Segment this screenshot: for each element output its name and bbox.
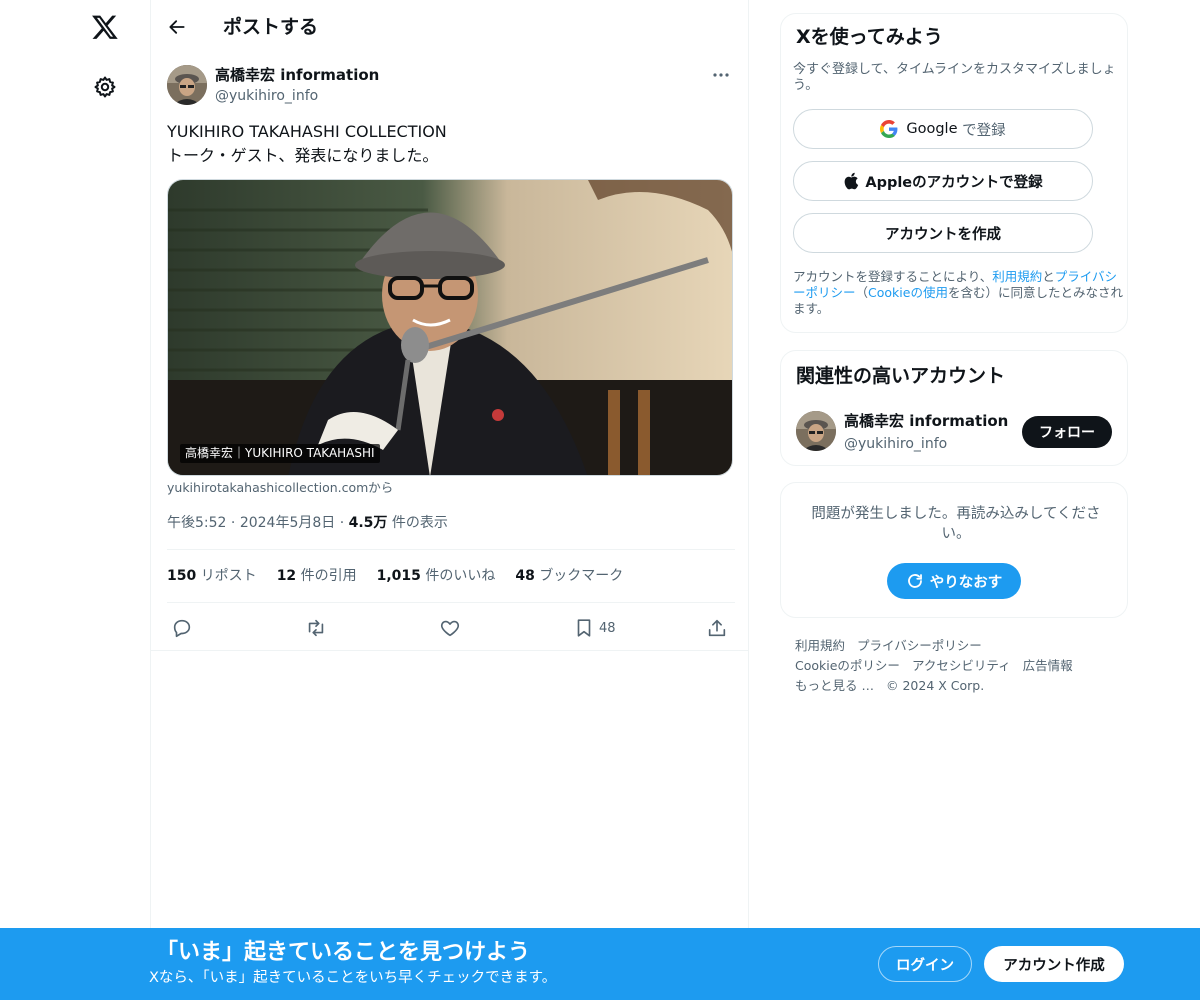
post-stats: 150 リポスト 12 件の引用 1,015 件のいいね 48 ブックマーク <box>167 566 623 586</box>
create-account-button[interactable]: アカウントを作成 <box>793 213 1093 253</box>
bookmarks-stat[interactable]: 48 ブックマーク <box>515 566 623 586</box>
post-text: YUKIHIRO TAKAHASHI COLLECTION トーク・ゲスト、発表… <box>167 120 737 168</box>
repost-icon <box>308 619 324 637</box>
footer-privacy-link[interactable]: プライバシーポリシー <box>857 638 982 653</box>
left-nav <box>0 0 150 1000</box>
create-account-label: アカウントを作成 <box>885 226 1001 243</box>
likes-count: 1,015 <box>376 568 421 584</box>
author-handle[interactable]: @yukihiro_info <box>215 86 318 106</box>
divider <box>167 602 735 603</box>
signup-button[interactable]: アカウント作成 <box>984 946 1124 982</box>
post-meta: 午後5:52 · 2024年5月8日 · 4.5万 件の表示 <box>167 513 448 533</box>
bookmarks-count: 48 <box>515 568 535 584</box>
related-title: 関連性の高いアカウント <box>796 365 1006 387</box>
footer-ads-link[interactable]: 広告情報 <box>1023 658 1073 673</box>
apple-label: Appleのアカウントで登録 <box>865 174 1043 191</box>
views-count: 4.5万 <box>348 515 388 531</box>
post-actions: 48 <box>167 613 735 643</box>
follow-button[interactable]: フォロー <box>1022 416 1112 448</box>
avatar[interactable] <box>796 411 836 451</box>
legal-text-3: （ <box>855 285 869 300</box>
gear-icon[interactable] <box>91 73 119 101</box>
main-column: ポストする 高橋幸宏 information @yukihiro_info YU… <box>150 0 749 1000</box>
post-text-line-1: YUKIHIRO TAKAHASHI COLLECTION <box>167 122 447 141</box>
post-image[interactable]: 高橋幸宏｜YUKIHIRO TAKAHASHI <box>167 179 733 476</box>
quotes-label: 件の引用 <box>300 568 357 584</box>
bookmark-count: 48 <box>599 620 616 636</box>
related-account-handle[interactable]: @yukihiro_info <box>844 434 947 454</box>
related-accounts-card: 関連性の高いアカウント 高橋幸宏 information @yukihiro_i… <box>780 350 1128 466</box>
views-label: 件の表示 <box>391 515 448 531</box>
likes-label: 件のいいね <box>425 568 496 584</box>
error-card: 問題が発生しました。再読み込みしてください。 やりなおす <box>780 482 1128 618</box>
post-date[interactable]: 2024年5月8日 <box>240 515 335 531</box>
footer-cookie-link[interactable]: Cookieのポリシー <box>795 658 900 673</box>
google-suffix: で登録 <box>962 122 1006 139</box>
signup-card: Xを使ってみよう 今すぐ登録して、タイムラインをカスタマイズしましょう。 Goo… <box>780 13 1128 333</box>
reposts-stat[interactable]: 150 リポスト <box>167 566 257 586</box>
legal-text-2: と <box>1042 269 1055 284</box>
google-icon <box>880 120 898 138</box>
reply-icon <box>173 619 191 638</box>
apple-icon <box>844 172 859 190</box>
author-name[interactable]: 高橋幸宏 information <box>215 65 379 85</box>
post-author: 高橋幸宏 information @yukihiro_info <box>167 64 737 106</box>
google-label: Google <box>906 121 958 137</box>
retry-label: やりなおす <box>929 574 1003 591</box>
repost-button[interactable] <box>304 613 328 643</box>
arrow-left-icon[interactable] <box>163 13 191 41</box>
signup-subtitle: 今すぐ登録して、タイムラインをカスタマイズしましょう。 <box>793 62 1116 93</box>
post-time[interactable]: 午後5:52 <box>167 515 226 531</box>
heart-icon <box>440 620 460 637</box>
divider <box>151 650 749 651</box>
page-header: ポストする <box>151 0 749 54</box>
x-logo-icon[interactable] <box>88 10 122 44</box>
banner-subtitle: Xなら、「いま」起きていることをいち早くチェックできます。 <box>149 970 557 986</box>
login-banner: 「いま」起きていることを見つけよう Xなら、「いま」起きていることをいち早くチェ… <box>0 928 1200 1000</box>
banner-title: 「いま」起きていることを見つけよう <box>156 940 531 965</box>
copyright: © 2024 X Corp. <box>885 678 985 693</box>
page-title: ポストする <box>223 16 319 38</box>
meta-separator: · <box>339 515 349 531</box>
cookie-link[interactable]: Cookieの使用 <box>868 285 948 300</box>
likes-stat[interactable]: 1,015 件のいいね <box>377 566 496 586</box>
retry-button[interactable]: やりなおす <box>887 563 1021 599</box>
post-photo <box>168 180 732 475</box>
bookmark-button[interactable]: 48 <box>573 613 616 643</box>
footer-links: 利用規約 プライバシーポリシー Cookieのポリシー アクセシビリティ 広告情報 も… <box>795 636 1125 696</box>
share-button[interactable] <box>706 613 728 643</box>
footer-accessibility-link[interactable]: アクセシビリティ <box>912 658 1011 673</box>
like-button[interactable] <box>439 613 461 643</box>
meta-separator: · <box>230 515 240 531</box>
share-icon <box>708 619 726 637</box>
reposts-label: リポスト <box>200 568 257 584</box>
source-link[interactable]: yukihirotakahashicollection.comから <box>167 479 393 497</box>
login-button[interactable]: ログイン <box>878 946 972 982</box>
avatar[interactable] <box>167 65 207 105</box>
google-signup-button[interactable]: Google で登録 <box>793 109 1093 149</box>
divider <box>167 549 735 550</box>
bookmark-icon <box>577 619 591 637</box>
legal-text: アカウントを登録することにより、利用規約とプライバシーポリシー（Cookieの使… <box>793 269 1123 317</box>
footer-more-link[interactable]: もっと見る … <box>795 678 874 693</box>
related-account-name[interactable]: 高橋幸宏 information <box>844 411 1008 431</box>
legal-text-1: アカウントを登録することにより、 <box>793 269 993 284</box>
signup-title: Xを使ってみよう <box>796 26 943 48</box>
refresh-icon <box>907 574 922 588</box>
quotes-count: 12 <box>276 568 297 584</box>
reposts-count: 150 <box>167 568 197 584</box>
error-message: 問題が発生しました。再読み込みしてください。 <box>811 506 1101 542</box>
apple-signup-button[interactable]: Appleのアカウントで登録 <box>793 161 1093 201</box>
footer-terms-link[interactable]: 利用規約 <box>795 638 845 653</box>
more-options-icon[interactable] <box>705 64 737 86</box>
quotes-stat[interactable]: 12 件の引用 <box>277 566 357 586</box>
bookmarks-label: ブックマーク <box>539 568 624 584</box>
reply-button[interactable] <box>171 613 193 643</box>
terms-link[interactable]: 利用規約 <box>992 269 1042 284</box>
image-caption: 高橋幸宏｜YUKIHIRO TAKAHASHI <box>180 444 380 463</box>
post-text-line-2: トーク・ゲスト、発表になりました。 <box>167 146 439 165</box>
